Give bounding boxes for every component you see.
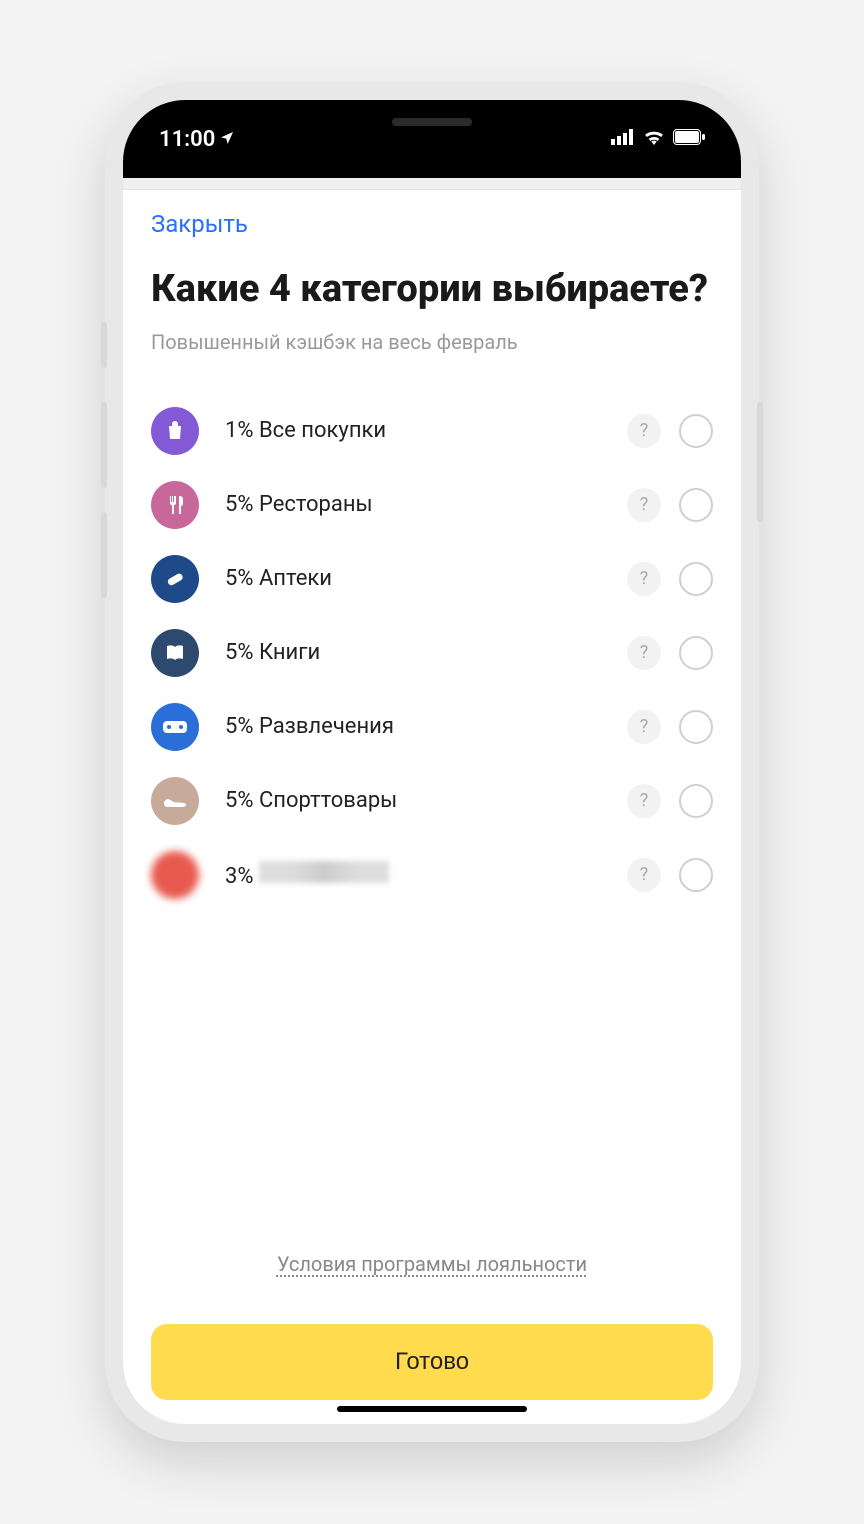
- help-button[interactable]: ?: [627, 562, 661, 596]
- status-bar: 11:00: [123, 100, 741, 178]
- category-row[interactable]: 5% Развлечения ?: [151, 690, 713, 764]
- help-button[interactable]: ?: [627, 710, 661, 744]
- sheet-handle-area: [123, 178, 741, 190]
- category-checkbox[interactable]: [679, 636, 713, 670]
- sheet-content: Закрыть Какие 4 категории выбираете? Пов…: [123, 190, 741, 1424]
- terms-link[interactable]: Условия программы лояльности: [277, 1252, 587, 1276]
- footer: Условия программы лояльности Готово: [151, 1252, 713, 1424]
- close-button[interactable]: Закрыть: [151, 210, 713, 238]
- page-title: Какие 4 категории выбираете?: [151, 268, 713, 312]
- phone-screen: 11:00 Закрыть Какие 4 катег: [123, 100, 741, 1424]
- shopping-bag-icon: [151, 407, 199, 455]
- category-checkbox[interactable]: [679, 710, 713, 744]
- category-row[interactable]: 1% Все покупки ?: [151, 394, 713, 468]
- category-checkbox[interactable]: [679, 784, 713, 818]
- done-button[interactable]: Готово: [151, 1324, 713, 1400]
- category-checkbox[interactable]: [679, 414, 713, 448]
- category-checkbox[interactable]: [679, 488, 713, 522]
- category-row[interactable]: 3% ?: [151, 838, 713, 912]
- volume-down-button: [101, 512, 107, 598]
- category-label: 5% Рестораны: [225, 492, 627, 517]
- battery-full-icon: [673, 129, 705, 149]
- category-label: 5% Развлечения: [225, 714, 627, 739]
- category-label: 5% Книги: [225, 640, 627, 665]
- notch: [302, 100, 562, 144]
- book-icon: [151, 629, 199, 677]
- category-row[interactable]: 5% Рестораны ?: [151, 468, 713, 542]
- mute-switch: [101, 322, 107, 368]
- gamepad-icon: [151, 703, 199, 751]
- category-label: 3%: [225, 861, 627, 889]
- redacted-text: [259, 861, 389, 883]
- category-row[interactable]: 5% Книги ?: [151, 616, 713, 690]
- category-checkbox[interactable]: [679, 858, 713, 892]
- pill-icon: [151, 555, 199, 603]
- help-button[interactable]: ?: [627, 784, 661, 818]
- sneaker-icon: [151, 777, 199, 825]
- cellular-signal-icon: [611, 129, 635, 149]
- status-time: 11:00: [159, 127, 215, 152]
- power-button: [757, 402, 763, 522]
- category-list: 1% Все покупки ? 5% Рестораны ?: [151, 394, 713, 912]
- category-row[interactable]: 5% Спорттовары ?: [151, 764, 713, 838]
- category-checkbox[interactable]: [679, 562, 713, 596]
- category-label: 5% Аптеки: [225, 566, 627, 591]
- category-label: 1% Все покупки: [225, 418, 627, 443]
- volume-up-button: [101, 402, 107, 488]
- phone-frame: 11:00 Закрыть Какие 4 катег: [105, 82, 759, 1442]
- help-button[interactable]: ?: [627, 414, 661, 448]
- wifi-icon: [643, 129, 665, 149]
- redacted-icon: [151, 851, 199, 899]
- cutlery-icon: [151, 481, 199, 529]
- home-indicator[interactable]: [337, 1406, 527, 1412]
- help-button[interactable]: ?: [627, 636, 661, 670]
- help-button[interactable]: ?: [627, 858, 661, 892]
- category-label: 5% Спорттовары: [225, 788, 627, 813]
- help-button[interactable]: ?: [627, 488, 661, 522]
- location-arrow-icon: [219, 127, 235, 152]
- category-row[interactable]: 5% Аптеки ?: [151, 542, 713, 616]
- page-subtitle: Повышенный кэшбэк на весь февраль: [151, 330, 713, 354]
